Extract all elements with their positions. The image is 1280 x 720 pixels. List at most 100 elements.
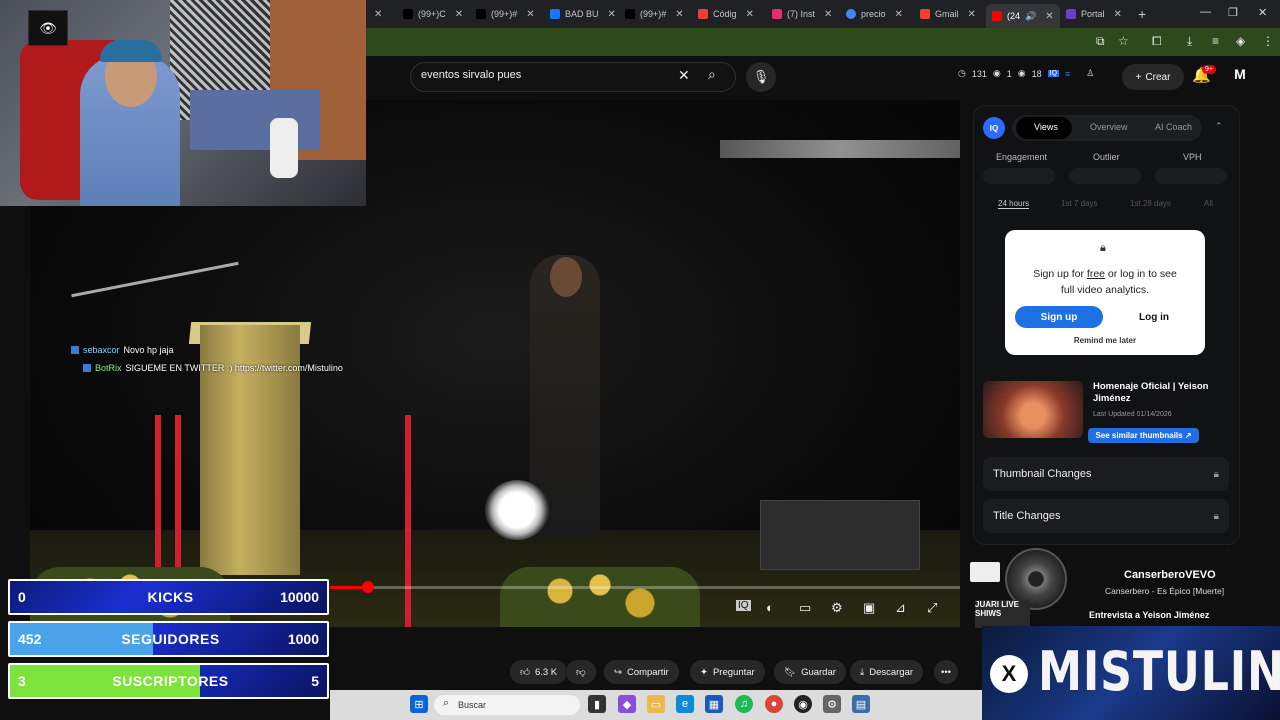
- search-icon[interactable]: ⌕: [708, 66, 716, 83]
- settings-gear-icon[interactable]: ⚙: [831, 600, 843, 616]
- badge-icon[interactable]: ♙: [1086, 68, 1094, 79]
- gmail-icon: [920, 9, 930, 19]
- recommendation-thumbnail[interactable]: JUARI LIVE SHIWS: [975, 600, 1030, 628]
- signup-free-link[interactable]: free: [1087, 268, 1105, 280]
- red-post: [175, 415, 181, 575]
- autoplay-toggle-icon[interactable]: ◐: [766, 600, 774, 615]
- see-similar-button[interactable]: See similar thumbnails ↗: [1088, 428, 1199, 443]
- store-icon[interactable]: ▦: [705, 695, 723, 713]
- download-icon[interactable]: ⤓: [1187, 34, 1192, 49]
- portal-icon: [1066, 9, 1076, 19]
- progress-scrubber[interactable]: [361, 581, 374, 593]
- remind-later-link[interactable]: Remind me later: [1040, 336, 1170, 345]
- tab-11[interactable]: Portal ✕: [1066, 4, 1122, 24]
- mic-stand: [71, 261, 239, 298]
- obs-icon[interactable]: ◉: [794, 695, 812, 713]
- cast-icon[interactable]: ⊿: [895, 600, 906, 616]
- save-button[interactable]: 🔖︎ Guardar: [774, 660, 846, 684]
- close-icon[interactable]: ✕: [968, 9, 976, 20]
- now-playing-song: Canserbero - Es Épico [Muerte]: [1105, 586, 1225, 596]
- tab-7[interactable]: (7) Inst ✕: [772, 4, 832, 24]
- download-button[interactable]: ⤓ Descargar: [850, 660, 924, 684]
- tab-5[interactable]: (99+)# ✕: [625, 4, 684, 24]
- bookmark-star-icon[interactable]: ☆: [1118, 34, 1129, 48]
- tab-10-active[interactable]: (24 🔊 ✕: [986, 4, 1060, 28]
- install-app-icon[interactable]: ⧉: [1096, 34, 1105, 49]
- chat-text: SIGUEME EN TWITTER :) https://twitter.co…: [125, 363, 343, 373]
- new-tab-button[interactable]: +: [1138, 4, 1146, 24]
- bars-icon[interactable]: ≡: [1065, 69, 1070, 79]
- clear-search-icon[interactable]: ✕: [678, 67, 690, 84]
- tab-3[interactable]: (99+)# ✕: [476, 4, 535, 24]
- restore-icon[interactable]: ❐: [1228, 6, 1238, 19]
- tab-overview[interactable]: Overview: [1090, 122, 1128, 132]
- windows-start-icon[interactable]: ⊞: [410, 695, 428, 713]
- tab-6[interactable]: Códig ✕: [698, 4, 754, 24]
- fullscreen-icon[interactable]: ⤢: [927, 600, 937, 616]
- account-avatar[interactable]: M: [1230, 66, 1250, 86]
- close-icon[interactable]: ✕: [895, 9, 903, 20]
- ask-label: Preguntar: [712, 666, 755, 678]
- range-all[interactable]: All: [1204, 199, 1213, 208]
- close-icon[interactable]: ✕: [1045, 11, 1053, 22]
- tab-8[interactable]: precio ✕: [846, 4, 903, 24]
- spotify-icon[interactable]: ♫: [735, 695, 753, 713]
- menu-icon[interactable]: ⋮: [1262, 34, 1274, 48]
- tab-1[interactable]: ✕: [370, 4, 382, 24]
- search-input[interactable]: eventos sirvalo pues: [421, 69, 521, 81]
- tab-9[interactable]: Gmail ✕: [920, 4, 976, 24]
- close-icon[interactable]: ✕: [374, 9, 382, 20]
- like-button[interactable]: 👍︎ 6.3 K: [510, 660, 568, 684]
- collapse-chevron-icon[interactable]: ⌃: [1215, 121, 1223, 132]
- login-button[interactable]: Log in: [1110, 306, 1198, 328]
- close-icon[interactable]: ✕: [455, 9, 463, 20]
- tab-views[interactable]: Views: [1034, 122, 1058, 132]
- thumbnail-changes-row[interactable]: Thumbnail Changes 🔒︎: [983, 457, 1229, 491]
- title-changes-label: Title Changes: [993, 510, 1061, 522]
- extensions-icon[interactable]: ⧠: [1152, 34, 1162, 49]
- tab-4[interactable]: BAD BU ✕: [550, 4, 616, 24]
- close-icon[interactable]: ✕: [608, 9, 616, 20]
- close-icon[interactable]: ✕: [526, 9, 534, 20]
- speaker-icon: 🔊: [1025, 10, 1037, 21]
- task-view-icon[interactable]: ▮: [588, 695, 606, 713]
- close-icon[interactable]: ✕: [746, 9, 754, 20]
- range-7d[interactable]: 1st 7 days: [1061, 199, 1097, 208]
- calculator-icon[interactable]: ▤: [852, 695, 870, 713]
- range-28d[interactable]: 1st 28 days: [1130, 199, 1171, 208]
- share-button[interactable]: ↪ Compartir: [604, 660, 679, 684]
- range-24h[interactable]: 24 hours: [998, 199, 1030, 209]
- recommendation-chip[interactable]: [970, 562, 1000, 582]
- iq-small-icon[interactable]: IQ: [1047, 70, 1060, 77]
- tab-2[interactable]: (99+)C ✕: [403, 4, 463, 24]
- iq-player-icon[interactable]: IQ: [736, 600, 751, 611]
- miniplayer-icon[interactable]: ▣: [863, 600, 875, 616]
- minimize-icon[interactable]: —: [1200, 6, 1211, 18]
- notifications-badge: 9+: [1202, 65, 1216, 74]
- edge-icon[interactable]: e: [676, 695, 694, 713]
- dislike-button[interactable]: 👎︎: [566, 660, 596, 684]
- ask-button[interactable]: ✦ Preguntar: [690, 660, 765, 684]
- more-actions-button[interactable]: •••: [934, 660, 958, 684]
- window-close-icon[interactable]: ✕: [1258, 6, 1267, 19]
- copilot-icon[interactable]: ◆: [618, 695, 636, 713]
- close-icon[interactable]: ✕: [1114, 9, 1122, 20]
- playlist-icon[interactable]: ≡: [1212, 34, 1219, 48]
- thumbnail-image[interactable]: [983, 381, 1083, 438]
- file-explorer-icon[interactable]: ▭: [647, 695, 665, 713]
- mic-icon[interactable]: 🎙: [746, 62, 776, 92]
- captions-icon[interactable]: ▭: [799, 600, 811, 616]
- settings-icon[interactable]: ⚙: [823, 695, 841, 713]
- taskbar-search[interactable]: Buscar: [434, 695, 580, 715]
- profile-icon[interactable]: ◈: [1236, 34, 1245, 48]
- create-button[interactable]: + Crear: [1122, 64, 1184, 90]
- tab-ai-coach[interactable]: AI Coach: [1155, 122, 1192, 132]
- chrome-icon[interactable]: ●: [765, 695, 783, 713]
- signup-button[interactable]: Sign up: [1015, 306, 1103, 328]
- close-icon[interactable]: ✕: [675, 9, 683, 20]
- close-icon[interactable]: ✕: [824, 9, 832, 20]
- recommendation-title[interactable]: Entrevista a Yeison Jiménez: [1089, 610, 1209, 620]
- title-changes-row[interactable]: Title Changes 🔒︎: [983, 499, 1229, 533]
- tab-label: (99+)C: [418, 9, 446, 19]
- progress-track[interactable]: [330, 586, 960, 589]
